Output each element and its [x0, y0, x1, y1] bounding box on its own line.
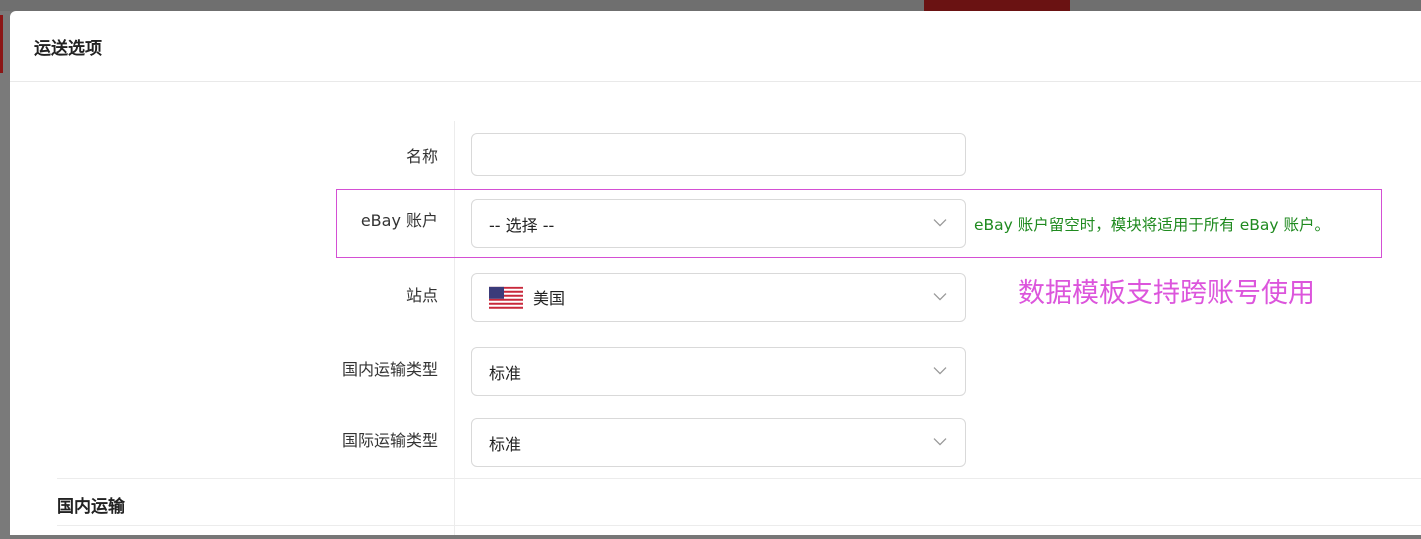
international-type-label: 国际运输类型: [341, 431, 438, 450]
domestic-type-label: 国内运输类型: [341, 360, 438, 379]
section-divider: [57, 525, 1421, 526]
form-column-divider: [454, 121, 455, 535]
annotation-text: 数据模板支持跨账号使用: [1018, 278, 1315, 309]
international-type-select[interactable]: 标准: [471, 418, 966, 467]
modal-header: 运送选项: [10, 11, 1421, 82]
backdrop-accent-bar: [924, 0, 1070, 11]
shipping-options-modal: 运送选项 名称 eBay 账户 -- 选择 -- eBay 账户留空时，模块将适…: [10, 11, 1421, 535]
modal-title: 运送选项: [34, 38, 102, 59]
us-flag-icon: [489, 286, 523, 311]
site-select[interactable]: 美国: [471, 273, 966, 322]
section-divider: [57, 478, 1421, 479]
domestic-type-selected-value: 标准: [489, 363, 522, 383]
domestic-type-select[interactable]: 标准: [471, 347, 966, 396]
site-selected-value: 美国: [489, 284, 565, 311]
chevron-down-icon: [933, 437, 947, 446]
international-type-selected-value: 标准: [489, 434, 522, 454]
backdrop-overlay: [0, 0, 1421, 11]
name-input[interactable]: [471, 133, 966, 176]
form-column-divider: [454, 525, 455, 535]
site-label: 站点: [405, 286, 438, 305]
chevron-down-icon: [933, 292, 947, 301]
backdrop-logo-mark: [0, 15, 10, 73]
domestic-shipping-heading: 国内运输: [57, 497, 125, 517]
site-selected-label: 美国: [533, 288, 566, 308]
chevron-down-icon: [933, 366, 947, 375]
backdrop-left-edge: [0, 11, 10, 539]
name-label: 名称: [405, 147, 438, 166]
ebay-account-hint: eBay 账户留空时，模块将适用于所有 eBay 账户。: [974, 216, 1330, 234]
